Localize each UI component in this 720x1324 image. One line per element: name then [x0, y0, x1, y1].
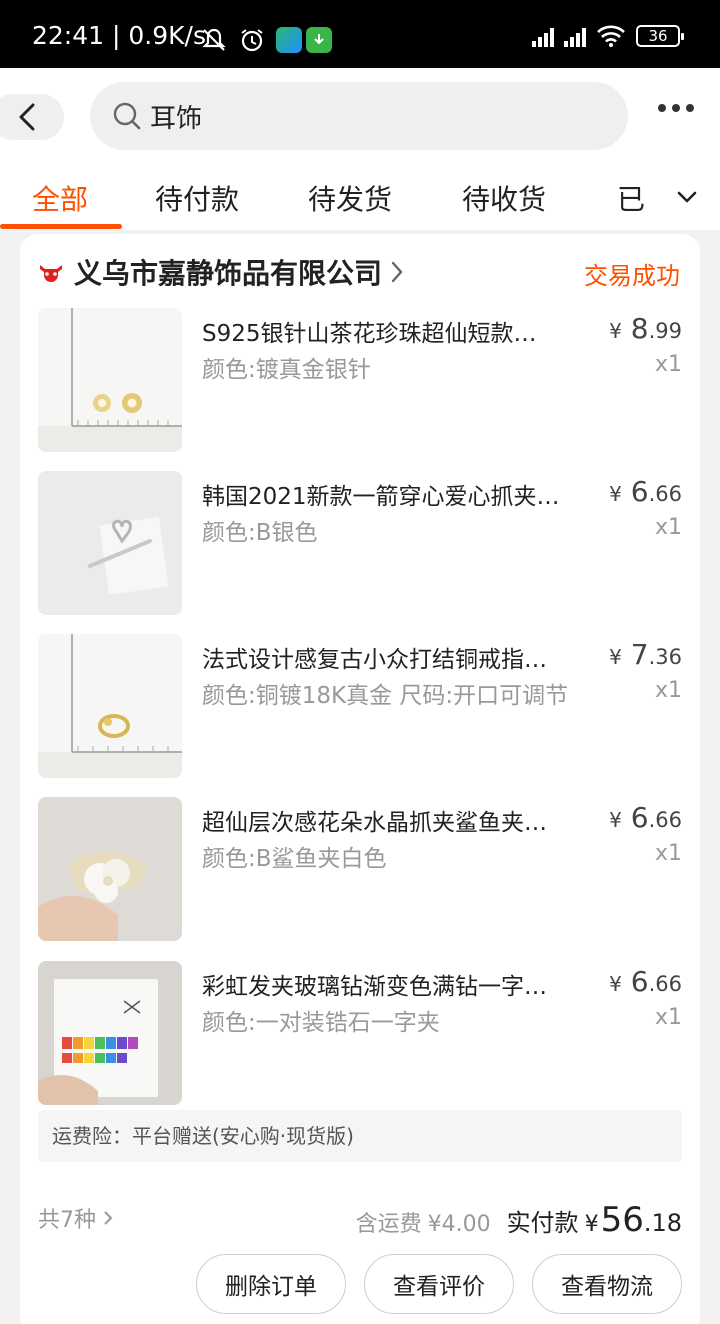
product-title: 韩国2021新款一箭穿心爱心抓夹… [202, 484, 560, 510]
wifi-icon [597, 25, 625, 47]
order-item[interactable]: 彩虹发夹玻璃钻渐变色满钻一字… 颜色:一对装锆石一字夹 ¥ 6.66 x1 [38, 961, 682, 1105]
signal-icon-2 [564, 25, 586, 47]
tab-pending-receipt[interactable]: 待收货 [462, 178, 546, 218]
paid-amount-decimal: .18 [643, 1209, 682, 1237]
product-title: S925银针山茶花珍珠超仙短款… [202, 321, 537, 347]
status-bar: 22:41 | 0.9K/s 36 [0, 0, 720, 68]
item-count[interactable]: 共7种 [38, 1202, 114, 1234]
product-quantity: x1 [654, 515, 682, 540]
search-query: 耳饰 [150, 103, 203, 134]
paid-currency: ¥ [584, 1212, 599, 1237]
product-quantity: x1 [654, 841, 682, 866]
product-title: 彩虹发夹玻璃钻渐变色满钻一字… [202, 974, 547, 1000]
battery-icon: 36 [636, 25, 684, 47]
paid-amount-integer: 56 [600, 1200, 644, 1240]
back-button[interactable] [0, 94, 64, 140]
product-title: 超仙层次感花朵水晶抓夹鲨鱼夹… [202, 810, 547, 836]
shop-header[interactable]: 义乌市嘉静饰品有限公司 [38, 252, 404, 292]
freight-value: ¥4.00 [427, 1212, 491, 1237]
alarm-icon [238, 26, 266, 54]
product-spec: 颜色:铜镀18K真金 尺码:开口可调节 [202, 683, 569, 709]
freight-label: 含运费 [355, 1212, 422, 1237]
order-tabs: 全部 待付款 待发货 待收货 已 [0, 172, 720, 230]
order-status: 交易成功 [584, 262, 680, 290]
chevron-left-icon [19, 103, 35, 131]
chevron-right-icon [391, 261, 403, 283]
product-image [38, 797, 182, 941]
tab-pending-shipment[interactable]: 待发货 [308, 178, 392, 218]
product-spec: 颜色:一对装锆石一字夹 [202, 1010, 440, 1036]
product-price: ¥ 7.36 [609, 638, 682, 671]
order-card: 义乌市嘉静饰品有限公司 交易成功 S925银针山茶花珍珠超仙短款… 颜色:镀真金… [20, 234, 700, 1324]
view-logistics-button[interactable]: 查看物流 [532, 1254, 682, 1314]
order-item[interactable]: 法式设计感复古小众打结铜戒指… 颜色:铜镀18K真金 尺码:开口可调节 ¥ 7.… [38, 634, 682, 778]
product-image [38, 308, 182, 452]
shop-name: 义乌市嘉静饰品有限公司 [74, 257, 383, 290]
product-price: ¥ 8.99 [609, 312, 682, 345]
order-item[interactable]: 韩国2021新款一箭穿心爱心抓夹… 颜色:B银色 ¥ 6.66 x1 [38, 471, 682, 615]
tab-pending-payment[interactable]: 待付款 [155, 178, 239, 218]
product-price: ¥ 6.66 [609, 475, 682, 508]
app-notification-icon [276, 27, 302, 53]
view-review-button[interactable]: 查看评价 [364, 1254, 514, 1314]
shipping-insurance: 运费险：平台赠送(安心购·现货版) [38, 1110, 682, 1162]
product-price: ¥ 6.66 [609, 965, 682, 998]
search-bar[interactable]: 耳饰 [90, 82, 628, 150]
product-image [38, 471, 182, 615]
product-price: ¥ 6.66 [609, 801, 682, 834]
order-item[interactable]: S925银针山茶花珍珠超仙短款… 颜色:镀真金银针 ¥ 8.99 x1 [38, 308, 682, 452]
signal-icon [532, 25, 554, 47]
chevron-down-icon[interactable] [676, 186, 698, 208]
order-actions: 删除订单 查看评价 查看物流 [196, 1254, 682, 1314]
tab-active-indicator [0, 224, 122, 229]
product-title: 法式设计感复古小众打结铜戒指… [202, 647, 547, 673]
tmall-logo-icon [40, 265, 62, 282]
product-spec: 颜色:B鲨鱼夹白色 [202, 846, 387, 872]
product-spec: 颜色:镀真金银针 [202, 357, 371, 383]
order-summary: 共7种 含运费 ¥4.00 实付款 ¥ 56.18 [38, 1200, 682, 1240]
product-quantity: x1 [654, 1005, 682, 1030]
order-totals: 含运费 ¥4.00 实付款 ¥ 56.18 [356, 1200, 682, 1240]
chevron-right-icon [104, 1211, 113, 1225]
paid-label: 实付款 [506, 1209, 579, 1237]
mute-icon [200, 26, 228, 54]
tab-completed[interactable]: 已 [617, 178, 645, 218]
product-quantity: x1 [654, 678, 682, 703]
download-icon [306, 27, 332, 53]
delete-order-button[interactable]: 删除订单 [196, 1254, 346, 1314]
search-icon [113, 102, 141, 130]
order-item[interactable]: 超仙层次感花朵水晶抓夹鲨鱼夹… 颜色:B鲨鱼夹白色 ¥ 6.66 x1 [38, 797, 682, 941]
product-spec: 颜色:B银色 [202, 520, 318, 546]
product-image [38, 634, 182, 778]
header: 耳饰 全部 待付款 待发货 待收货 已 [0, 68, 720, 230]
status-indicators: 36 [532, 24, 684, 48]
status-time: 22:41 | 0.9K/s [32, 21, 206, 50]
product-quantity: x1 [654, 352, 682, 377]
tab-all[interactable]: 全部 [32, 178, 88, 218]
item-count-label: 共7种 [38, 1208, 96, 1233]
product-image [38, 961, 182, 1105]
more-options-button[interactable] [658, 104, 694, 112]
